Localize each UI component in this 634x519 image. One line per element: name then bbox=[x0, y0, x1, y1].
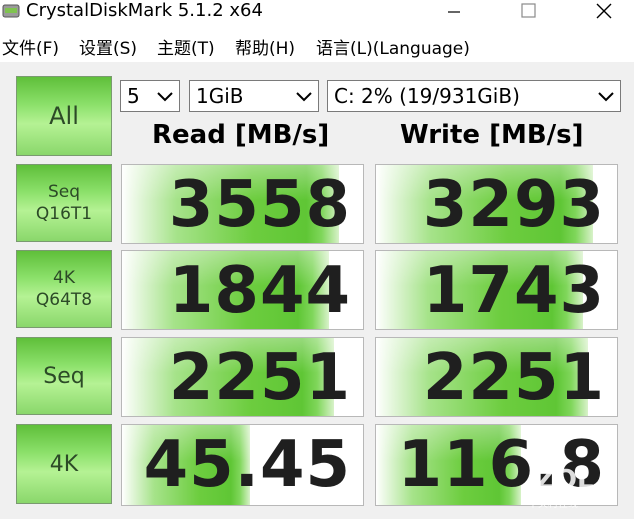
test-label-line1: Seq bbox=[43, 363, 85, 389]
test-button-seq[interactable]: Seq bbox=[16, 337, 112, 415]
write-value: 3293 bbox=[422, 168, 605, 242]
read-result-seq-q16t1: 3558 bbox=[121, 164, 364, 244]
chevron-down-icon bbox=[157, 92, 173, 102]
read-value: 3558 bbox=[168, 168, 351, 242]
drive-value: C: 2% (19/931GiB) bbox=[334, 84, 520, 108]
read-result-seq: 2251 bbox=[121, 337, 364, 417]
test-button-4k[interactable]: 4K bbox=[16, 424, 112, 504]
read-value: 1844 bbox=[168, 254, 351, 328]
menu-language[interactable]: 语言(L)(Language) bbox=[316, 34, 470, 59]
read-value: 2251 bbox=[168, 341, 351, 415]
title-bar: CrystalDiskMark 5.1.2 x64 bbox=[0, 0, 634, 26]
chevron-down-icon bbox=[296, 92, 312, 102]
test-label-line2: Q64T8 bbox=[35, 290, 93, 310]
read-header: Read [MB/s] bbox=[152, 120, 330, 150]
test-label-line1: Seq bbox=[47, 182, 81, 202]
chevron-down-icon bbox=[598, 92, 614, 102]
menu-help[interactable]: 帮助(H) bbox=[235, 34, 295, 59]
menu-file[interactable]: 文件(F) bbox=[2, 34, 59, 59]
count-select[interactable]: 5 bbox=[120, 80, 180, 112]
minimize-icon bbox=[448, 11, 460, 13]
app-icon bbox=[2, 4, 20, 18]
read-value: 45.45 bbox=[143, 428, 351, 502]
menu-bar: 文件(F) 设置(S) 主题(T) 帮助(H) 语言(L)(Language) bbox=[0, 30, 634, 60]
menu-settings[interactable]: 设置(S) bbox=[79, 34, 137, 59]
size-value: 1GiB bbox=[196, 84, 244, 108]
maximize-icon bbox=[521, 3, 536, 18]
read-result-4k: 45.45 bbox=[121, 424, 364, 506]
write-result-seq-q16t1: 3293 bbox=[375, 164, 618, 244]
maximize-button[interactable] bbox=[506, 0, 550, 22]
minimize-button[interactable] bbox=[432, 0, 476, 22]
count-value: 5 bbox=[127, 84, 140, 108]
watermark-logo: ZOL bbox=[536, 465, 594, 495]
watermark-subtitle: 中关村在线 bbox=[528, 499, 578, 510]
write-header: Write [MB/s] bbox=[400, 120, 584, 150]
menu-theme[interactable]: 主题(T) bbox=[157, 34, 215, 59]
write-value: 1743 bbox=[422, 254, 605, 328]
all-button-label: All bbox=[49, 102, 79, 130]
test-label-line1: 4K bbox=[53, 268, 75, 288]
size-select[interactable]: 1GiB bbox=[189, 80, 319, 112]
test-label-line2: Q16T1 bbox=[35, 204, 93, 224]
test-button-4k-q64t8[interactable]: 4K Q64T8 bbox=[16, 250, 112, 328]
close-button[interactable] bbox=[582, 0, 626, 22]
zol-watermark: ZOL 中关村在线 bbox=[528, 465, 598, 511]
write-result-seq: 2251 bbox=[375, 337, 618, 417]
close-icon bbox=[596, 3, 612, 19]
read-result-4k-q64t8: 1844 bbox=[121, 250, 364, 330]
write-value: 2251 bbox=[422, 341, 605, 415]
test-button-seq-q16t1[interactable]: Seq Q16T1 bbox=[16, 164, 112, 242]
all-button[interactable]: All bbox=[16, 76, 112, 156]
write-result-4k-q64t8: 1743 bbox=[375, 250, 618, 330]
drive-select[interactable]: C: 2% (19/931GiB) bbox=[327, 80, 621, 112]
window-title: CrystalDiskMark 5.1.2 x64 bbox=[26, 0, 263, 21]
test-label-line1: 4K bbox=[49, 451, 79, 477]
